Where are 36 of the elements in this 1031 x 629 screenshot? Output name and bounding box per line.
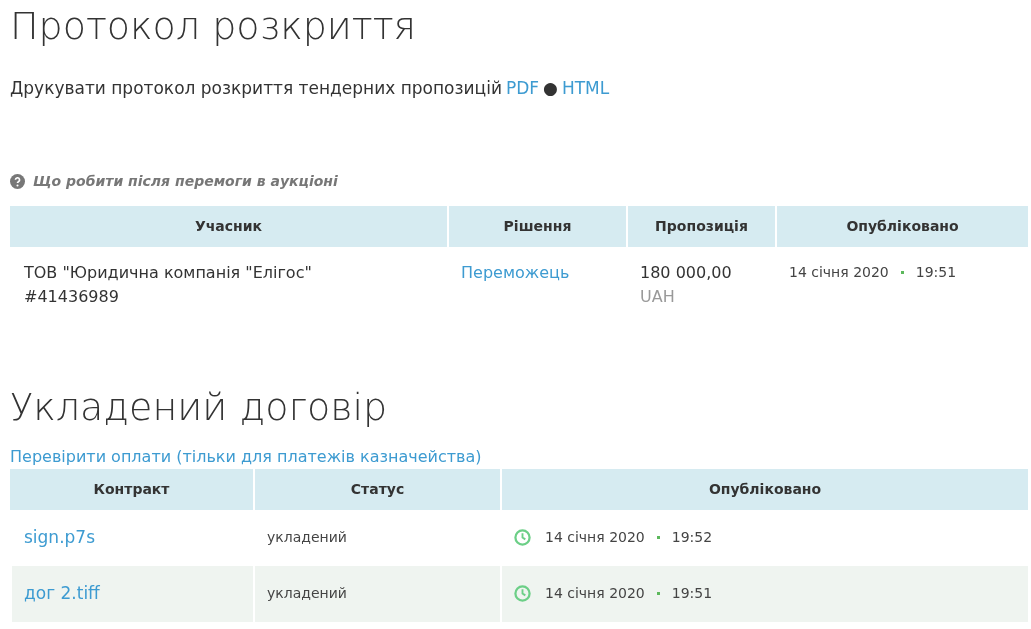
- dot-separator: [656, 536, 660, 540]
- participant-code: #41436989: [24, 286, 120, 309]
- clock-icon: [514, 529, 531, 547]
- column-header: Пропозиція: [626, 206, 775, 248]
- file-link[interactable]: sign.p7s: [24, 526, 95, 547]
- print-label: Друкувати протокол розкриття тендерних пропозицій: [10, 76, 502, 100]
- contract-status: укладений: [267, 529, 347, 546]
- column-header: Рішення: [447, 206, 626, 248]
- contract-status: укладений: [267, 585, 347, 602]
- currency: UAH: [640, 286, 676, 309]
- column-header: Учасник: [10, 206, 447, 248]
- decision-link[interactable]: Переможець: [461, 263, 570, 283]
- column-header: Опубліковано: [500, 468, 1028, 510]
- clock-icon: [514, 585, 531, 603]
- separator: ●: [543, 76, 558, 100]
- check-payments-link[interactable]: Перевірити оплати (тільки для платежів казначейства): [10, 444, 482, 469]
- participant-name: ТОВ "Юридична компанія "Елігос": [24, 262, 313, 285]
- publish-time: 19:52: [671, 528, 713, 548]
- publish-date: 14 січня 2020: [545, 528, 645, 548]
- help-link[interactable]: Що робити після перемоги в аукціоні: [33, 171, 338, 193]
- publish-date: 14 січня 2020: [789, 264, 889, 281]
- column-header: Статус: [253, 468, 500, 510]
- print-link[interactable]: HTML: [561, 75, 610, 102]
- print-link[interactable]: PDF: [505, 75, 540, 102]
- section-title: Укладений договір: [10, 385, 389, 431]
- publish-time: 19:51: [671, 584, 713, 604]
- dot-separator: [900, 271, 904, 275]
- page-title: Протокол розкриття: [10, 4, 418, 50]
- amount: 180 000,00: [640, 262, 733, 285]
- publish-time: 19:51: [915, 264, 957, 281]
- dot-separator: [656, 592, 660, 596]
- publish-date: 14 січня 2020: [545, 584, 645, 604]
- help-icon: [10, 174, 25, 190]
- file-link[interactable]: дог 2.tiff: [24, 582, 100, 603]
- column-header: Контракт: [10, 468, 253, 510]
- column-header: Опубліковано: [775, 206, 1028, 248]
